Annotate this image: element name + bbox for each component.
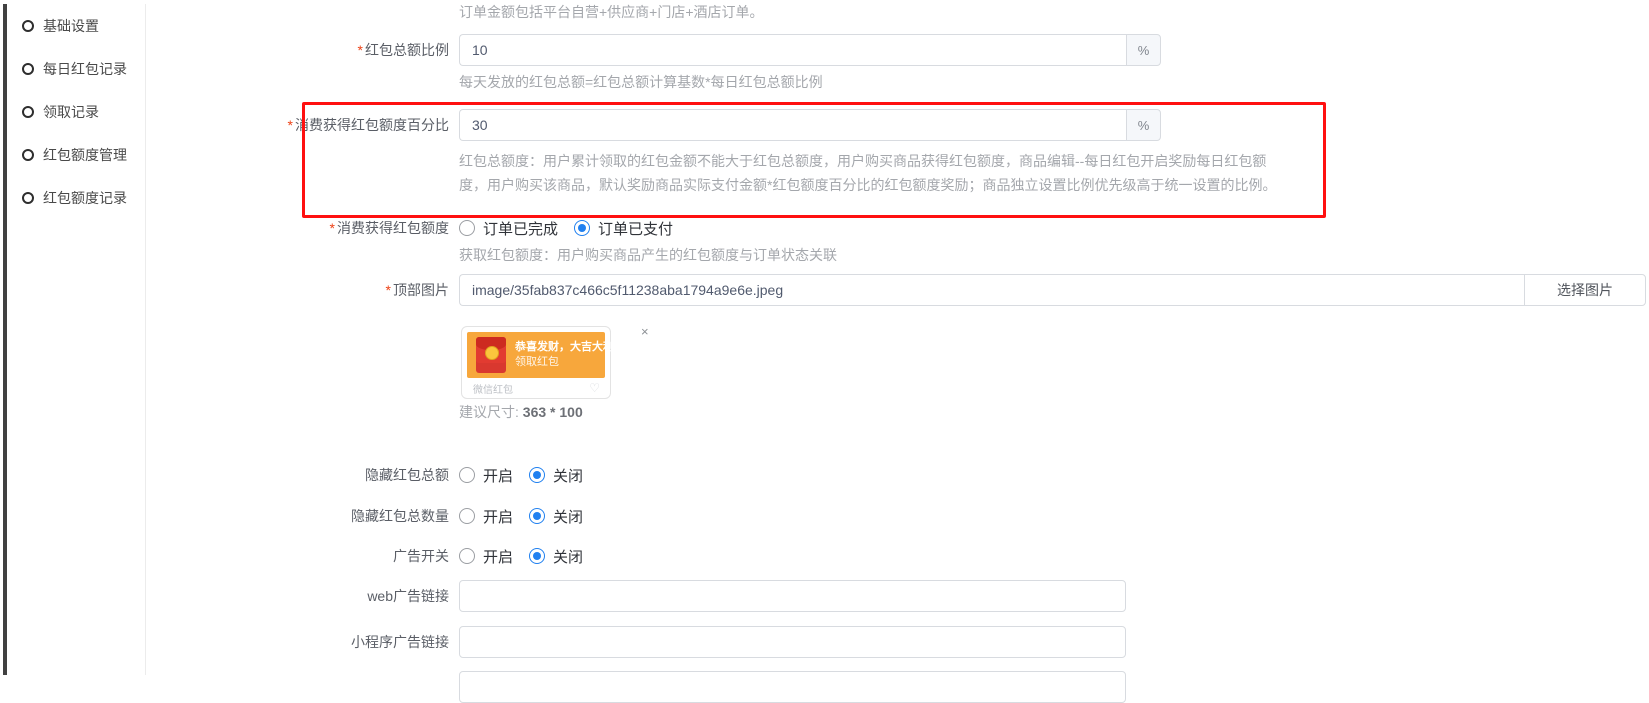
circle-icon [22,149,34,161]
radio-ad-off[interactable]: 关闭 [529,546,583,567]
redpacket-ratio-input[interactable] [459,34,1126,66]
field-row-consume-state: *消费获得红包额度 订单已完成 订单已支付 [147,217,1649,239]
web-ad-link-label: web广告链接 [147,580,459,612]
miniapp-ad-link-label: 小程序广告链接 [147,626,459,658]
sidebar-item-label: 领取记录 [43,102,99,122]
radio-icon [529,508,545,524]
ad-switch-radio-group: 开启 关闭 [459,545,583,567]
redpacket-ratio-input-group: % [459,34,1161,66]
choose-image-button[interactable]: 选择图片 [1524,274,1646,306]
redpacket-ratio-label: *红包总额比例 [147,34,459,66]
miniapp-ad-link-input[interactable] [459,626,1126,658]
consume-percent-input-group: % [459,109,1161,141]
field-row-top-image: *顶部图片 选择图片 [147,274,1649,306]
radio-icon [459,548,475,564]
circle-icon [22,106,34,118]
consume-percent-label: *消费获得红包额度百分比 [147,109,459,141]
sidebar-item-label: 红包额度记录 [43,188,127,208]
field-row-ad-switch: 广告开关 开启 关闭 [147,545,1649,567]
window-edge-bar [3,4,7,675]
radio-icon [459,508,475,524]
top-image-path-input[interactable] [459,274,1524,306]
settings-form: 订单金额包括平台自营+供应商+门店+酒店订单。 *红包总额比例 % 每天发放的红… [147,4,1649,703]
remove-image-icon[interactable]: × [641,326,649,338]
circle-icon [22,20,34,32]
heart-icon: ♡ [589,382,600,394]
preview-card: 恭喜发财，大吉大利！ 领取红包 微信红包 ♡ [461,326,611,399]
circle-icon [22,63,34,75]
percent-suffix: % [1126,109,1161,141]
order-amount-note: 订单金额包括平台自营+供应商+门店+酒店订单。 [459,4,1649,20]
radio-hide-count-off[interactable]: 关闭 [529,506,583,527]
radio-ad-on[interactable]: 开启 [459,546,513,567]
partial-bottom-input[interactable] [459,671,1126,703]
radio-icon [529,467,545,483]
circle-icon [22,192,34,204]
required-asterisk: * [386,282,391,298]
top-image-preview: 恭喜发财，大吉大利！ 领取红包 微信红包 ♡ × [461,326,691,399]
red-envelope-icon [476,337,506,373]
sidebar-item-claim-records[interactable]: 领取记录 [8,90,145,133]
required-asterisk: * [330,220,335,236]
web-ad-link-input[interactable] [459,580,1126,612]
wechat-redpacket-label: 微信红包 [473,381,513,396]
banner-subtitle: 领取红包 [515,355,625,370]
radio-order-completed[interactable]: 订单已完成 [459,218,558,239]
consume-state-label: *消费获得红包额度 [147,217,459,239]
sidebar-item-label: 红包额度管理 [43,145,127,165]
radio-icon [574,220,590,236]
radio-icon [529,548,545,564]
consume-state-help: 获取红包额度：用户购买商品产生的红包额度与订单状态关联 [459,246,1649,264]
sidebar-item-label: 基础设置 [43,16,99,36]
sidebar-item-label: 每日红包记录 [43,59,127,79]
size-hint: 建议尺寸: 363 * 100 [459,404,1649,420]
field-row-miniapp-ad-link: 小程序广告链接 [147,626,1649,658]
hide-count-label: 隐藏红包总数量 [147,505,459,527]
sidebar-item-quota-management[interactable]: 红包额度管理 [8,133,145,176]
redpacket-ratio-help: 每天发放的红包总额=红包总额计算基数*每日红包总额比例 [459,73,1649,91]
field-row-web-ad-link: web广告链接 [147,580,1649,612]
field-row-redpacket-ratio: *红包总额比例 % [147,34,1649,66]
hide-total-radio-group: 开启 关闭 [459,464,583,486]
field-row-partial [147,671,1649,703]
consume-state-radio-group: 订单已完成 订单已支付 [459,217,673,239]
sidebar-item-daily-redpacket-records[interactable]: 每日红包记录 [8,47,145,90]
top-image-input-group: 选择图片 [459,274,1646,306]
radio-hide-count-on[interactable]: 开启 [459,506,513,527]
field-row-consume-percent: *消费获得红包额度百分比 % [147,109,1649,141]
hide-count-radio-group: 开启 关闭 [459,505,583,527]
redpacket-banner: 恭喜发财，大吉大利！ 领取红包 [467,332,605,378]
radio-hide-total-on[interactable]: 开启 [459,465,513,486]
radio-icon [459,220,475,236]
ad-switch-label: 广告开关 [147,545,459,567]
required-asterisk: * [358,42,363,58]
consume-percent-help: 红包总额度：用户累计领取的红包金额不能大于红包总额度，用户购买商品获得红包额度，… [459,149,1289,197]
radio-order-paid[interactable]: 订单已支付 [574,218,673,239]
sidebar-item-basic-settings[interactable]: 基础设置 [8,4,145,47]
percent-suffix: % [1126,34,1161,66]
size-hint-value: 363 * 100 [523,404,583,420]
sidebar-item-quota-records[interactable]: 红包额度记录 [8,176,145,219]
required-asterisk: * [288,117,293,133]
banner-title: 恭喜发财，大吉大利！ [515,340,625,355]
consume-percent-input[interactable] [459,109,1126,141]
field-row-hide-total: 隐藏红包总额 开启 关闭 [147,464,1649,486]
field-row-hide-count: 隐藏红包总数量 开启 关闭 [147,505,1649,527]
radio-hide-total-off[interactable]: 关闭 [529,465,583,486]
hide-total-label: 隐藏红包总额 [147,464,459,486]
radio-icon [459,467,475,483]
top-image-label: *顶部图片 [147,274,459,306]
sidebar: 基础设置 每日红包记录 领取记录 红包额度管理 红包额度记录 [8,4,146,675]
